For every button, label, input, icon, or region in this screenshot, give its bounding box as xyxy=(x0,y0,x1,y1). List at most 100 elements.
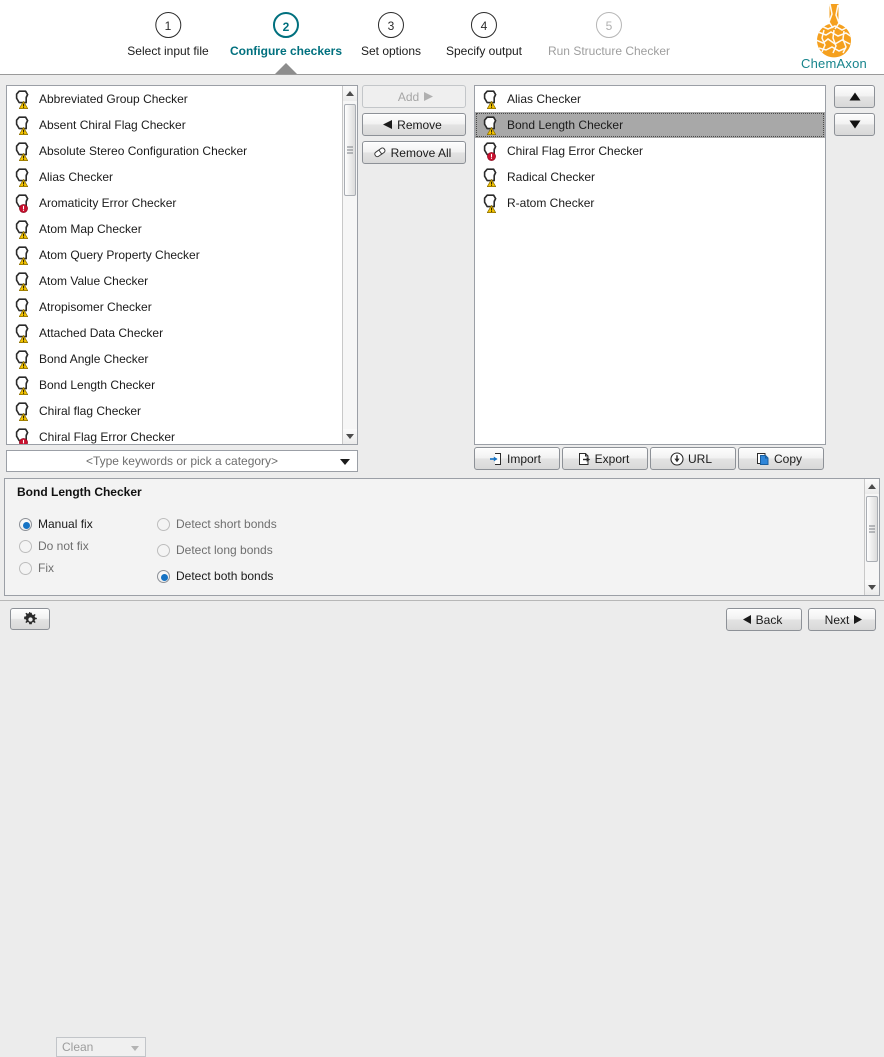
wizard-step-4[interactable]: 4 Specify output xyxy=(446,12,522,58)
scroll-down-button[interactable] xyxy=(343,429,357,444)
wizard-step-number: 4 xyxy=(471,12,497,38)
checker-warning-icon xyxy=(15,246,32,264)
checker-filter-combo[interactable]: <Type keywords or pick a category> xyxy=(6,450,358,472)
scroll-grip xyxy=(869,524,875,535)
list-item[interactable]: Absent Chiral Flag Checker xyxy=(7,112,342,138)
wizard-step-label: Select input file xyxy=(127,44,208,58)
list-item-label: Absent Chiral Flag Checker xyxy=(39,118,186,132)
list-item[interactable]: Atropisomer Checker xyxy=(7,294,342,320)
list-item[interactable]: Radical Checker xyxy=(475,164,825,190)
wizard-step-label: Specify output xyxy=(446,44,522,58)
radio-detect-short-bonds[interactable]: Detect short bonds xyxy=(157,517,277,531)
chevron-down-icon[interactable] xyxy=(340,459,350,465)
export-button[interactable]: Export xyxy=(562,447,648,470)
fix-mode-combo[interactable]: Clean xyxy=(56,1037,146,1057)
radio-do-not-fix-label: Do not fix xyxy=(38,539,89,553)
radio-detect-long-bonds[interactable]: Detect long bonds xyxy=(157,543,273,557)
move-up-button[interactable] xyxy=(834,85,875,108)
list-item[interactable]: Attached Data Checker xyxy=(7,320,342,346)
list-item[interactable]: Aromaticity Error Checker xyxy=(7,190,342,216)
triangle-up-icon xyxy=(849,92,861,101)
list-item[interactable]: Chiral flag Checker xyxy=(7,398,342,424)
checker-warning-icon xyxy=(15,220,32,238)
available-list-scrollbar[interactable] xyxy=(342,86,357,444)
remove-button[interactable]: Remove xyxy=(362,113,466,136)
wizard-step-3[interactable]: 3Set options xyxy=(361,12,421,58)
checker-warning-icon xyxy=(15,90,32,108)
import-button-label: Import xyxy=(507,452,541,466)
list-item[interactable]: R-atom Checker xyxy=(475,190,825,216)
radio-fix[interactable]: Fix xyxy=(19,561,54,575)
scroll-thumb[interactable] xyxy=(344,104,356,196)
remove-all-button-label: Remove All xyxy=(391,146,452,160)
import-button[interactable]: Import xyxy=(474,447,560,470)
list-item[interactable]: Atom Query Property Checker xyxy=(7,242,342,268)
radio-detect-long-bonds-label: Detect long bonds xyxy=(176,543,273,557)
list-item[interactable]: Atom Value Checker xyxy=(7,268,342,294)
add-button[interactable]: Add xyxy=(362,85,466,108)
settings-button[interactable] xyxy=(10,608,50,630)
radio-detect-both-bonds-indicator[interactable] xyxy=(157,570,170,583)
structure-checker-window: 1Select input file2Configure checkers3Se… xyxy=(0,0,884,637)
list-item[interactable]: Bond Angle Checker xyxy=(7,346,342,372)
list-item-label: Alias Checker xyxy=(507,92,581,106)
radio-detect-short-bonds-indicator[interactable] xyxy=(157,518,170,531)
radio-fix-indicator[interactable] xyxy=(19,562,32,575)
selected-checkers-list[interactable]: Alias Checker Bond Length CheckerChiral F… xyxy=(474,85,826,445)
checker-warning-icon xyxy=(15,376,32,394)
wizard-step-2[interactable]: 2Configure checkers xyxy=(230,12,342,58)
arrow-right-icon xyxy=(853,615,863,624)
list-item[interactable]: Alias Checker xyxy=(475,86,825,112)
checker-warning-icon xyxy=(15,324,32,342)
wizard-step-1[interactable]: 1Select input file xyxy=(127,12,208,58)
active-step-caret xyxy=(275,63,297,74)
radio-manual-fix[interactable]: Manual fix xyxy=(19,517,93,531)
list-item[interactable]: Bond Length Checker xyxy=(7,372,342,398)
wizard-step-5[interactable]: 5Run Structure Checker xyxy=(548,12,670,58)
export-icon xyxy=(577,452,591,466)
list-item[interactable]: Abbreviated Group Checker xyxy=(7,86,342,112)
move-down-button[interactable] xyxy=(834,113,875,136)
import-icon xyxy=(489,452,503,466)
checker-warning-icon xyxy=(15,116,32,134)
wizard-step-number: 5 xyxy=(596,12,622,38)
list-item[interactable]: Alias Checker xyxy=(7,164,342,190)
options-panel-title: Bond Length Checker xyxy=(17,485,142,499)
radio-detect-both-bonds[interactable]: Detect both bonds xyxy=(157,569,273,583)
radio-detect-long-bonds-indicator[interactable] xyxy=(157,544,170,557)
checker-warning-icon xyxy=(15,142,32,160)
copy-icon xyxy=(756,452,770,466)
next-button-label: Next xyxy=(825,613,850,627)
back-button[interactable]: Back xyxy=(726,608,802,631)
list-item[interactable]: Atom Map Checker xyxy=(7,216,342,242)
list-item[interactable]: Chiral Flag Error Checker xyxy=(7,424,342,445)
scroll-down-button[interactable] xyxy=(865,580,879,595)
radio-do-not-fix[interactable]: Do not fix xyxy=(19,539,89,553)
url-button[interactable]: URL xyxy=(650,447,736,470)
next-button[interactable]: Next xyxy=(808,608,876,631)
wizard-step-number: 3 xyxy=(378,12,404,38)
list-item[interactable]: Chiral Flag Error Checker xyxy=(475,138,825,164)
radio-manual-fix-indicator[interactable] xyxy=(19,518,32,531)
options-panel-scrollbar[interactable] xyxy=(864,479,879,595)
scroll-up-button[interactable] xyxy=(865,479,879,494)
chevron-down-icon[interactable] xyxy=(131,1046,139,1051)
checker-warning-icon xyxy=(483,116,500,134)
radio-do-not-fix-indicator[interactable] xyxy=(19,540,32,553)
remove-all-button[interactable]: Remove All xyxy=(362,141,466,164)
scroll-thumb[interactable] xyxy=(866,496,878,562)
wizard-steps: 1Select input file2Configure checkers3Se… xyxy=(0,0,790,73)
list-item-label: Radical Checker xyxy=(507,170,595,184)
url-button-label: URL xyxy=(688,452,712,466)
export-button-label: Export xyxy=(595,452,630,466)
list-item-label: Atropisomer Checker xyxy=(39,300,152,314)
checker-warning-icon xyxy=(15,298,32,316)
available-checkers-list[interactable]: Abbreviated Group Checker Absent Chiral F… xyxy=(6,85,358,445)
list-item[interactable]: Absolute Stereo Configuration Checker xyxy=(7,138,342,164)
chemaxon-logo: ChemAxon xyxy=(788,2,880,72)
list-item[interactable]: Bond Length Checker xyxy=(475,112,825,138)
scroll-up-button[interactable] xyxy=(343,86,357,101)
copy-button[interactable]: Copy xyxy=(738,447,824,470)
list-item-label: Chiral Flag Error Checker xyxy=(39,430,175,444)
chemaxon-logo-text: ChemAxon xyxy=(788,56,880,71)
